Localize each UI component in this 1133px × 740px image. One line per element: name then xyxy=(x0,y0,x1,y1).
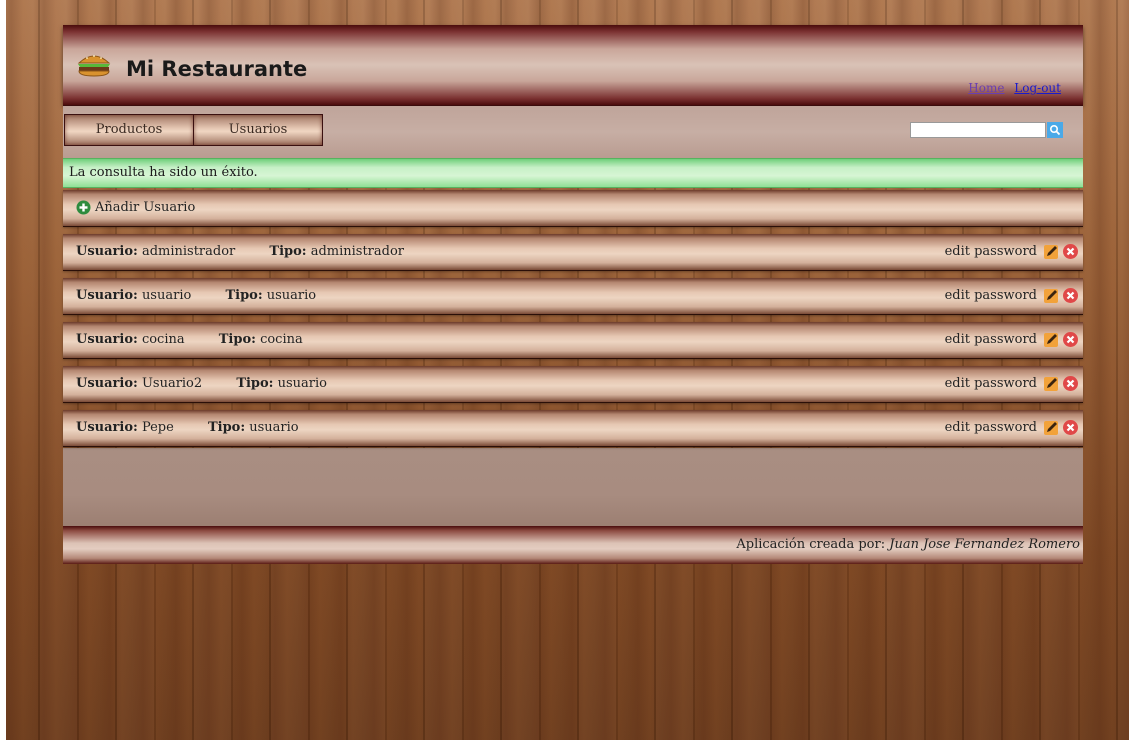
type-label: Tipo: xyxy=(218,332,256,347)
edit-password-link[interactable]: edit password xyxy=(945,244,1037,259)
user-row: Usuario: administrador Tipo: administrad… xyxy=(63,234,1083,271)
tab-usuarios[interactable]: Usuarios xyxy=(193,114,323,146)
search-box xyxy=(910,122,1063,138)
user-info: Usuario: usuario Tipo: usuario xyxy=(76,288,316,303)
top-links: Home Log-out xyxy=(962,81,1061,95)
delete-icon[interactable] xyxy=(1062,287,1079,304)
user-label: Usuario: xyxy=(76,244,138,259)
user-label: Usuario: xyxy=(76,288,138,303)
site-footer: Aplicación creada por: Juan Jose Fernand… xyxy=(63,526,1083,564)
add-user-row: Añadir Usuario xyxy=(63,190,1083,227)
user-name: cocina xyxy=(141,332,185,347)
type-label: Tipo: xyxy=(225,288,263,303)
delete-icon[interactable] xyxy=(1062,243,1079,260)
user-name: Usuario2 xyxy=(141,376,203,391)
user-row: Usuario: usuario Tipo: usuario edit pass… xyxy=(63,278,1083,315)
logout-link[interactable]: Log-out xyxy=(1014,81,1061,95)
footer-author: Juan Jose Fernandez Romero xyxy=(889,537,1080,552)
user-info: Usuario: Pepe Tipo: usuario xyxy=(76,420,299,435)
row-actions: edit password xyxy=(945,243,1079,260)
user-type: administrador xyxy=(310,244,405,259)
footer-credit: Aplicación creada por: Juan Jose Fernand… xyxy=(736,537,1080,552)
nav-bar: Productos Usuarios xyxy=(63,105,1083,158)
edit-password-link[interactable]: edit password xyxy=(945,420,1037,435)
user-type: cocina xyxy=(260,332,303,347)
edit-password-link[interactable]: edit password xyxy=(945,288,1037,303)
type-label: Tipo: xyxy=(207,420,246,435)
user-name: usuario xyxy=(141,288,192,303)
site-header: Mi Restaurante Home Log-out xyxy=(63,25,1083,105)
delete-icon[interactable] xyxy=(1062,419,1079,436)
delete-icon[interactable] xyxy=(1062,331,1079,348)
user-info: Usuario: Usuario2 Tipo: usuario xyxy=(76,376,327,391)
row-actions: edit password xyxy=(945,375,1079,392)
user-type: usuario xyxy=(266,288,317,303)
type-label: Tipo: xyxy=(236,376,274,391)
user-label: Usuario: xyxy=(76,376,138,391)
edit-pencil-icon[interactable] xyxy=(1043,375,1060,392)
edit-pencil-icon[interactable] xyxy=(1043,331,1060,348)
home-link[interactable]: Home xyxy=(968,81,1004,95)
edit-pencil-icon[interactable] xyxy=(1043,419,1060,436)
user-label: Usuario: xyxy=(76,332,138,347)
footer-prefix: Aplicación creada por: xyxy=(736,537,886,552)
user-type: usuario xyxy=(249,420,299,435)
user-row: Usuario: Usuario2 Tipo: usuario edit pas… xyxy=(63,366,1083,403)
delete-icon[interactable] xyxy=(1062,375,1079,392)
search-input[interactable] xyxy=(910,122,1046,138)
success-message: La consulta ha sido un éxito. xyxy=(63,158,1083,188)
edit-password-link[interactable]: edit password xyxy=(945,376,1037,391)
add-user-button[interactable]: Añadir Usuario xyxy=(76,200,195,215)
row-actions: edit password xyxy=(945,331,1079,348)
hamburger-icon xyxy=(77,55,111,77)
app-container: Mi Restaurante Home Log-out Productos Us… xyxy=(63,25,1083,564)
site-title: Mi Restaurante xyxy=(126,57,308,81)
content-area xyxy=(63,448,1083,526)
type-label: Tipo: xyxy=(269,244,307,259)
edit-pencil-icon[interactable] xyxy=(1043,287,1060,304)
tab-productos[interactable]: Productos xyxy=(64,114,194,146)
user-row: Usuario: cocina Tipo: cocina edit passwo… xyxy=(63,322,1083,359)
user-type: usuario xyxy=(277,376,327,391)
user-row: Usuario: Pepe Tipo: usuario edit passwor… xyxy=(63,410,1083,447)
row-actions: edit password xyxy=(945,287,1079,304)
row-actions: edit password xyxy=(945,419,1079,436)
user-name: Pepe xyxy=(141,420,174,435)
search-button[interactable] xyxy=(1047,122,1063,138)
user-info: Usuario: cocina Tipo: cocina xyxy=(76,332,303,347)
add-user-label: Añadir Usuario xyxy=(95,200,196,215)
screen-edge-right xyxy=(1129,0,1133,740)
user-name: administrador xyxy=(141,244,236,259)
user-label: Usuario: xyxy=(76,420,138,435)
user-info: Usuario: administrador Tipo: administrad… xyxy=(76,244,404,259)
edit-pencil-icon[interactable] xyxy=(1043,243,1060,260)
edit-password-link[interactable]: edit password xyxy=(945,332,1037,347)
add-circle-icon xyxy=(76,200,91,215)
search-icon xyxy=(1049,124,1061,136)
screen-edge-left xyxy=(0,0,6,740)
